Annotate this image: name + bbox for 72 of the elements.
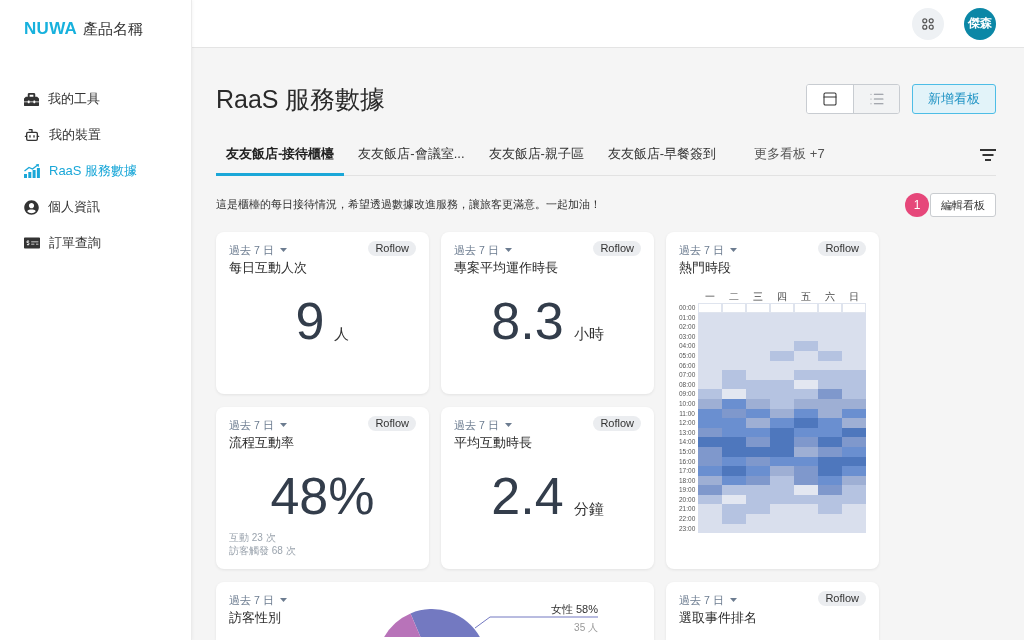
card-title: 訪客性別 [229, 609, 282, 627]
metric-unit: 小時 [573, 325, 604, 344]
filter-icon [980, 149, 996, 161]
metric-value: 9 [295, 295, 325, 347]
day-label: 日 [848, 291, 860, 303]
page-title: RaaS 服務數據 [216, 84, 386, 114]
day-label: 二 [728, 291, 740, 303]
day-label: 六 [824, 291, 836, 303]
source-tag: Roflow [818, 241, 866, 256]
board-description: 這是櫃檯的每日接待情況，希望透過數據改進服務，讓旅客更滿意。一起加油！ [216, 198, 601, 212]
source-tag: Roflow [368, 241, 416, 256]
edit-board-button[interactable]: 編輯看板 [930, 193, 996, 217]
board-tab[interactable]: 友友飯店-會議室... [348, 135, 475, 176]
range-dropdown[interactable]: 過去 7 日 [229, 418, 287, 432]
user-avatar[interactable]: 傑森 [964, 7, 996, 40]
slice-label: 女性 58% [550, 603, 598, 615]
range-dropdown[interactable]: 過去 7 日 [454, 418, 512, 432]
board-tab[interactable]: 友友飯店-親子區 [478, 135, 594, 176]
day-label: 一 [704, 291, 716, 303]
day-label: 三 [752, 291, 764, 303]
nav-item[interactable]: 個人資訊 [24, 189, 100, 225]
day-label: 四 [776, 291, 788, 303]
list-icon [868, 91, 885, 107]
logo-wordmark: NUWA [24, 18, 78, 40]
range-dropdown[interactable]: 過去 7 日 [454, 243, 512, 257]
range-dropdown[interactable]: 過去 7 日 [679, 593, 737, 607]
source-tag: Roflow [593, 241, 641, 256]
caret-icon [279, 598, 287, 602]
board-tab[interactable]: 友友飯店-早餐簽到 [597, 135, 727, 176]
caret-icon [504, 248, 512, 252]
range-dropdown[interactable]: 過去 7 日 [229, 243, 287, 257]
count-badge: 1 [905, 193, 929, 217]
card-title: 熱門時段 [679, 259, 732, 277]
card-title: 每日互動人次 [229, 259, 308, 277]
metric-unit: 分鐘 [573, 500, 604, 519]
metric-unit: 人 [334, 325, 350, 344]
nav-item[interactable]: 我的工具 [24, 81, 100, 117]
metric-value: 8.3 [491, 295, 564, 347]
user-icon [24, 199, 39, 215]
caret-icon [504, 423, 512, 427]
chart-icon [24, 163, 40, 179]
board-tab[interactable]: 更多看板 +7 [744, 135, 835, 176]
filter-button[interactable] [980, 149, 996, 161]
grid-icon [922, 17, 934, 30]
apps-button[interactable] [912, 7, 944, 40]
source-tag: Roflow [593, 416, 641, 431]
product-name: 產品名稱 [83, 19, 144, 39]
board-tab[interactable]: 友友飯店-接待櫃檯 [216, 135, 345, 176]
robot-icon [24, 127, 40, 143]
range-dropdown[interactable]: 過去 7 日 [679, 243, 737, 257]
caret-icon [279, 248, 287, 252]
metric-value: 2.4 [491, 470, 564, 522]
caret-icon [279, 423, 287, 427]
card-title: 專案平均運作時長 [454, 259, 559, 277]
card-title: 平均互動時長 [454, 434, 533, 452]
slice-count: 35 人 [574, 622, 598, 633]
caret-icon [729, 598, 737, 602]
source-tag: Roflow [368, 416, 416, 431]
nav-item[interactable]: 我的裝置 [24, 117, 101, 153]
panel-icon [822, 91, 838, 107]
source-tag: Roflow [818, 591, 866, 606]
range-dropdown[interactable]: 過去 7 日 [229, 593, 287, 607]
caret-icon [729, 248, 737, 252]
nav-item[interactable]: 訂單查詢 [24, 225, 101, 261]
toolbox-icon [24, 91, 39, 107]
day-label: 五 [800, 291, 812, 303]
card-title: 選取事件排名 [679, 609, 758, 627]
card-title: 流程互動率 [229, 434, 295, 452]
metric-note: 訪客觸發 68 次 [229, 544, 297, 557]
money-card-icon [24, 235, 40, 251]
metric-value: 48% [270, 470, 375, 522]
metric-note: 互動 23 次 [229, 531, 277, 544]
